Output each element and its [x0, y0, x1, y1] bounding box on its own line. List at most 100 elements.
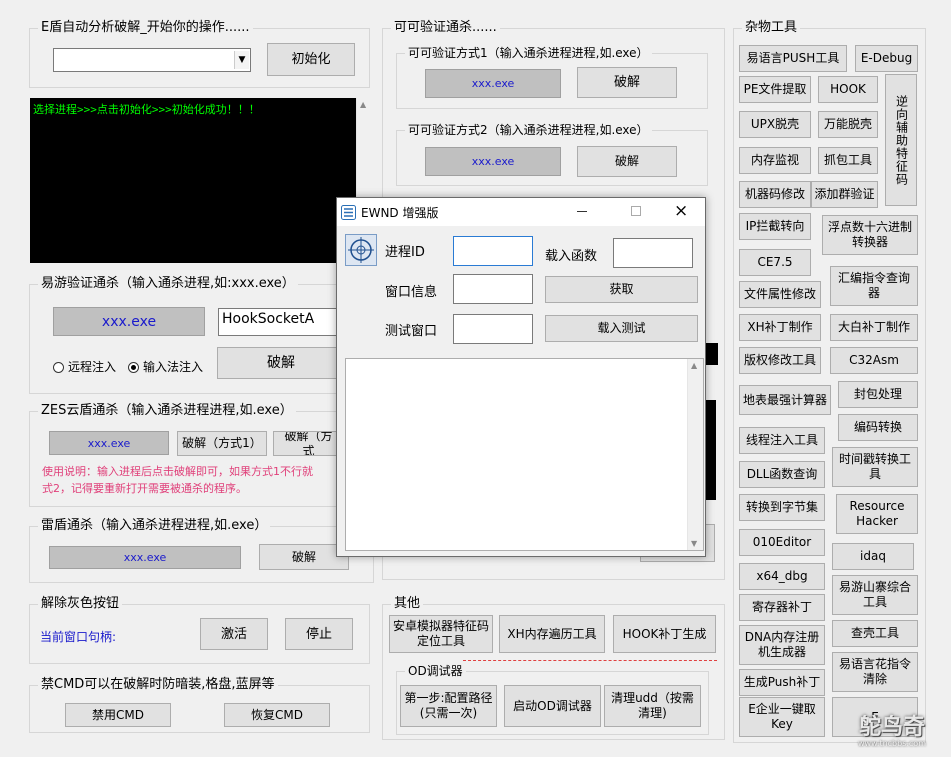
tool-button-24[interactable]: DLL函数查询 — [739, 461, 825, 488]
pid-input[interactable] — [453, 236, 533, 266]
tool-button-13[interactable]: 文件属性修改 — [739, 281, 821, 308]
tool-button-33[interactable]: DNA内存注册 机生成器 — [739, 625, 825, 665]
hook-patch-button[interactable]: HOOK补丁生成 — [613, 615, 716, 653]
tool-button-27[interactable]: 010Editor — [739, 529, 825, 556]
yiyou-api-input[interactable]: HookSocketA — [218, 308, 338, 336]
tool-button-20[interactable]: 封包处理 — [838, 381, 918, 408]
zes-crack2-button[interactable]: 破解（方式 — [273, 431, 338, 456]
od-config-button[interactable]: 第一步:配置路径 (只需一次) — [400, 685, 497, 727]
activate-button[interactable]: 激活 — [200, 618, 268, 650]
tool-button-7[interactable]: 抓包工具 — [818, 147, 878, 174]
watermark-text: 鸵鸟奇 — [858, 715, 925, 740]
hidden-black-panel-2 — [706, 400, 716, 500]
keke-title: 可可验证通杀...... — [391, 20, 500, 36]
tool-button-5[interactable]: 万能脱壳 — [818, 111, 878, 138]
yiyou-title: 易游验证通杀（输入通杀进程,如:xxx.exe） — [38, 276, 298, 292]
tool-button-31[interactable]: 寄存器补丁 — [739, 594, 825, 621]
tool-button-6[interactable]: 内存监视 — [739, 147, 811, 174]
maximize-icon[interactable] — [631, 206, 641, 216]
tool-button-14[interactable]: 汇编指令查询 器 — [830, 266, 918, 306]
close-icon[interactable]: × — [674, 201, 688, 221]
radio-remote-icon[interactable] — [53, 362, 64, 373]
scroll-up-icon[interactable]: ▲ — [360, 100, 366, 109]
tool-button-18[interactable]: C32Asm — [830, 347, 918, 374]
tool-button-8[interactable]: 机器码修改 — [739, 181, 811, 208]
disable-cmd-button[interactable]: 禁用CMD — [65, 703, 171, 727]
tool-button-11[interactable]: 浮点数十六进制 转换器 — [822, 215, 918, 255]
tool-button-4[interactable]: UPX脱壳 — [739, 111, 811, 138]
tool-button-1[interactable]: E-Debug — [855, 45, 918, 72]
tool-button-26[interactable]: Resource Hacker — [836, 494, 918, 534]
radio-ime[interactable]: 输入法注入 — [128, 358, 203, 375]
keke1-exe-input[interactable]: xxx.exe — [425, 69, 561, 98]
keke2-exe-input[interactable]: xxx.exe — [425, 147, 561, 176]
xh-memory-button[interactable]: XH内存遍历工具 — [499, 615, 605, 653]
tool-button-36[interactable]: E企业一键取 Key — [739, 697, 825, 737]
tool-button-3[interactable]: HOOK — [818, 76, 878, 103]
dialog-scrollbar[interactable]: ▲ ▼ — [687, 359, 703, 550]
cmd-title: 禁CMD可以在破解时防暗装,格盘,蓝屏等 — [38, 677, 278, 693]
stop-button[interactable]: 停止 — [285, 618, 353, 650]
lei-exe-input[interactable]: xxx.exe — [49, 546, 241, 569]
tool-button-9[interactable]: 添加群验证 — [811, 181, 878, 208]
zes-crack1-button[interactable]: 破解（方式1） — [177, 431, 267, 456]
radio-ime-label: 输入法注入 — [143, 360, 204, 374]
radio-ime-icon[interactable] — [128, 362, 139, 373]
load-func-label: 载入函数 — [545, 249, 598, 264]
yiyou-exe-input[interactable]: xxx.exe — [53, 307, 205, 336]
window-handle-label: 当前窗口句柄: — [40, 630, 117, 644]
radio-remote-label: 远程注入 — [68, 360, 117, 374]
od-start-button[interactable]: 启动OD调试器 — [504, 685, 601, 727]
tool-button-10[interactable]: IP拦截转向 — [739, 213, 811, 240]
load-test-button[interactable]: 载入测试 — [545, 315, 698, 342]
tools-title: 杂物工具 — [742, 20, 801, 36]
init-button[interactable]: 初始化 — [267, 43, 355, 76]
tool-button-32[interactable]: 查壳工具 — [832, 620, 918, 647]
console-text: 选择进程>>>点击初始化>>>初始化成功！！！ — [33, 103, 260, 116]
dialog-titlebar[interactable]: EWND 增强版 × — [337, 198, 705, 226]
process-select[interactable]: ▼ — [53, 48, 251, 72]
tool-button-19[interactable]: 地表最强计算器 — [739, 385, 831, 415]
chevron-down-icon[interactable]: ▼ — [234, 51, 249, 69]
wininfo-input[interactable] — [453, 274, 533, 304]
reverse-aux-button[interactable]: 逆向辅助特征码 — [885, 74, 917, 206]
restore-cmd-button[interactable]: 恢复CMD — [224, 703, 330, 727]
zes-title: ZES云盾通杀（输入通杀进程进程,如.exe） — [38, 403, 296, 419]
tool-button-16[interactable]: 大白补丁制作 — [830, 314, 918, 341]
keke2-title: 可可验证方式2（输入通杀进程进程,如.exe） — [405, 122, 652, 138]
keke1-title: 可可验证方式1（输入通杀进程进程,如.exe） — [405, 45, 652, 61]
scroll-up-icon[interactable]: ▲ — [691, 361, 697, 370]
tool-button-35[interactable]: 生成Push补丁 — [739, 669, 825, 696]
ewnd-dialog: EWND 增强版 × 进程ID 载入函数 窗口信息 获取 测试窗口 载入测试 ▲… — [336, 197, 706, 557]
tool-button-30[interactable]: 易游山寨综合 工具 — [832, 575, 918, 615]
radio-remote[interactable]: 远程注入 — [53, 358, 116, 375]
tool-button-12[interactable]: CE7.5 — [739, 249, 811, 276]
android-emu-button[interactable]: 安卓模拟器特征码 定位工具 — [389, 615, 493, 653]
tool-button-28[interactable]: idaq — [832, 543, 914, 570]
dialog-output-area[interactable] — [345, 358, 704, 551]
tool-button-15[interactable]: XH补丁制作 — [739, 314, 821, 341]
lei-title: 雷盾通杀（输入通杀进程进程,如.exe） — [38, 518, 271, 534]
tool-button-23[interactable]: 时间戳转换工 具 — [832, 447, 918, 487]
tool-button-0[interactable]: 易语言PUSH工具 — [739, 45, 847, 72]
tool-button-22[interactable]: 线程注入工具 — [739, 427, 825, 454]
tool-button-17[interactable]: 版权修改工具 — [739, 347, 821, 374]
zes-exe-input[interactable]: xxx.exe — [49, 431, 169, 455]
tool-button-29[interactable]: x64_dbg — [739, 563, 825, 590]
crosshair-icon[interactable] — [345, 234, 377, 266]
yiyou-crack-button[interactable]: 破解 — [217, 347, 345, 379]
gray-title: 解除灰色按钮 — [38, 596, 123, 612]
tool-button-2[interactable]: PE文件提取 — [739, 76, 811, 103]
tool-button-21[interactable]: 编码转换 — [838, 414, 918, 441]
minimize-icon[interactable] — [577, 211, 587, 212]
tool-button-34[interactable]: 易语言花指令 清除 — [832, 652, 918, 692]
keke2-crack-button[interactable]: 破解 — [577, 146, 677, 177]
keke1-crack-button[interactable]: 破解 — [577, 67, 677, 98]
tool-button-25[interactable]: 转换到字节集 — [739, 494, 825, 521]
od-clear-button[interactable]: 清理udd（按需 清理) — [604, 685, 701, 727]
divider-line — [463, 660, 717, 661]
test-window-input[interactable] — [453, 314, 533, 344]
get-button[interactable]: 获取 — [545, 276, 698, 303]
load-func-input[interactable] — [613, 238, 693, 268]
scroll-down-icon[interactable]: ▼ — [691, 539, 697, 548]
